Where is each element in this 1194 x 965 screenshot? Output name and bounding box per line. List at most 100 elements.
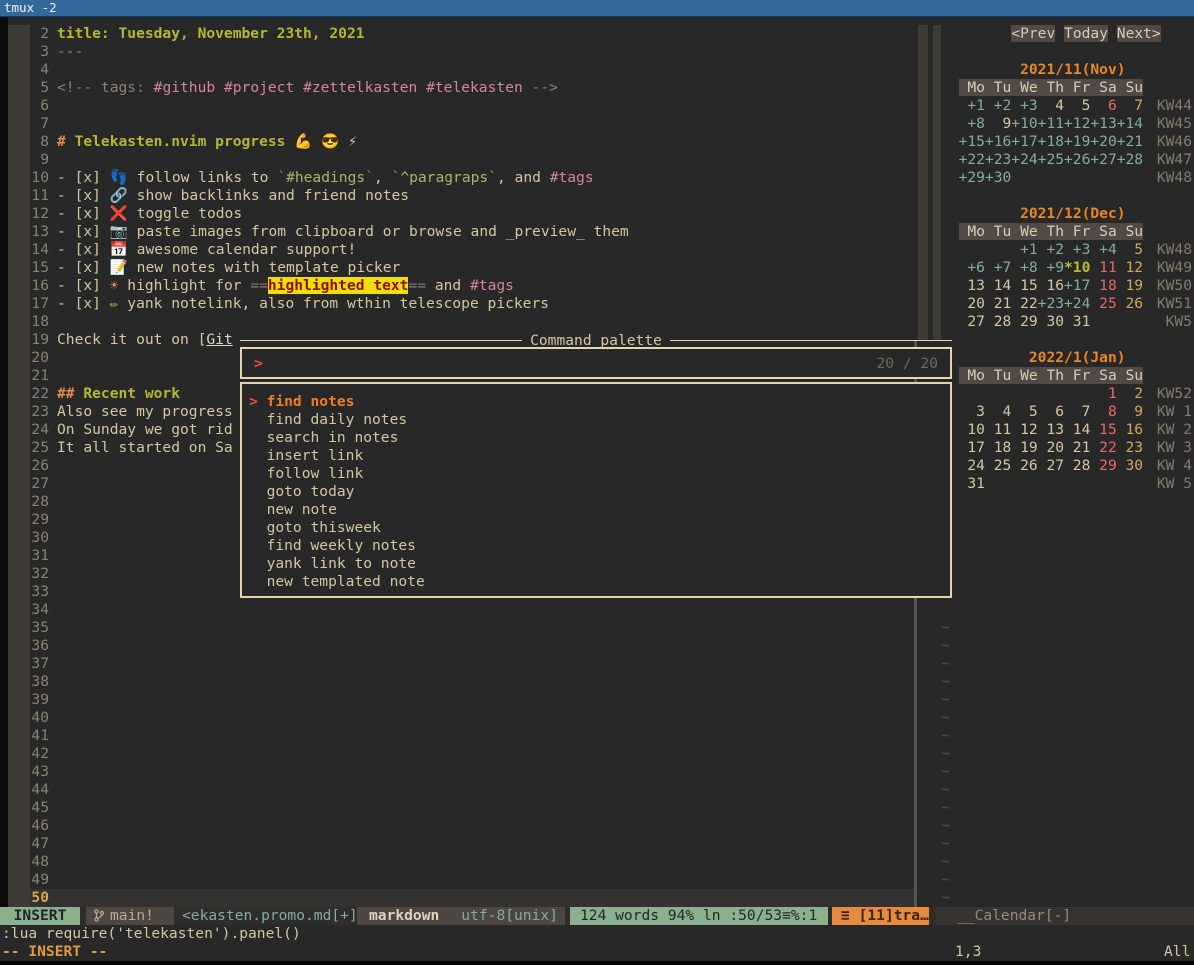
calendar-scrollbar[interactable] xyxy=(933,25,941,340)
editor-line[interactable]: 13- [x] 📷 paste images from clipboard or… xyxy=(0,223,914,241)
palette-item[interactable]: find weekly notes xyxy=(249,537,950,555)
calendar-day[interactable]: 1 xyxy=(1090,385,1116,402)
calendar-day[interactable]: 11 xyxy=(1090,259,1116,276)
editor-line[interactable]: 2title: Tuesday, November 23th, 2021 xyxy=(0,25,914,43)
calendar-day[interactable]: 6 xyxy=(1090,97,1116,114)
calendar-day[interactable]: 18 xyxy=(1090,277,1116,294)
calendar-day[interactable]: +20 xyxy=(1090,133,1116,150)
calendar-day[interactable]: 24 xyxy=(959,457,985,474)
calendar-day[interactable]: +13 xyxy=(1090,115,1116,132)
calendar-day[interactable]: +17 xyxy=(1011,133,1037,150)
calendar-day[interactable]: +21 xyxy=(1117,133,1143,150)
editor-line[interactable]: 11- [x] 🔗 show backlinks and friend note… xyxy=(0,187,914,205)
editor-line[interactable]: 46 xyxy=(0,817,914,835)
calendar-day[interactable]: 7 xyxy=(1064,403,1090,420)
editor-line[interactable]: 15- [x] 📝 new notes with template picker xyxy=(0,259,914,277)
palette-item[interactable]: insert link xyxy=(249,447,950,465)
editor-line[interactable]: 47 xyxy=(0,835,914,853)
calendar-day[interactable]: 21 xyxy=(1064,439,1090,456)
calendar-day[interactable]: 16 xyxy=(1117,421,1143,438)
calendar-day[interactable]: 28 xyxy=(985,313,1011,330)
calendar-day[interactable]: +26 xyxy=(1064,151,1090,168)
calendar-day[interactable]: 16 xyxy=(1038,277,1064,294)
calendar-day[interactable]: +4 xyxy=(1090,241,1116,258)
command-line[interactable]: :lua require('telekasten').panel() xyxy=(2,925,301,943)
calendar-day[interactable]: 26 xyxy=(1117,295,1143,312)
calendar-day[interactable]: 27 xyxy=(1038,457,1064,474)
editor-line[interactable]: 34 xyxy=(0,601,914,619)
calendar-day[interactable]: +9 xyxy=(1038,259,1064,276)
calendar-day[interactable]: +1 xyxy=(959,97,985,114)
calendar-day[interactable]: +3 xyxy=(1011,97,1037,114)
calendar-day[interactable]: +2 xyxy=(985,97,1011,114)
palette-prompt-box[interactable]: > 20 / 20 xyxy=(240,347,952,379)
calendar-nav-prev[interactable]: <Prev xyxy=(1011,25,1055,42)
calendar-day[interactable]: +27 xyxy=(1090,151,1116,168)
calendar-day[interactable]: +29 xyxy=(959,169,985,186)
calendar-day[interactable]: 11 xyxy=(985,421,1011,438)
calendar-day[interactable]: 19 xyxy=(1011,439,1037,456)
editor-line[interactable]: 37 xyxy=(0,655,914,673)
window-separator-bar[interactable] xyxy=(918,25,928,340)
calendar-day[interactable]: +24 xyxy=(1011,151,1037,168)
editor-line[interactable]: 50 xyxy=(0,889,914,907)
calendar-day[interactable]: +22 xyxy=(959,151,985,168)
editor-line[interactable]: 4 xyxy=(0,61,914,79)
calendar-day[interactable]: 31 xyxy=(1064,313,1090,330)
calendar-day[interactable]: +23 xyxy=(1038,295,1064,312)
palette-item[interactable]: search in notes xyxy=(249,429,950,447)
calendar-day[interactable]: 5 xyxy=(1117,241,1143,258)
editor-line[interactable]: 7 xyxy=(0,115,914,133)
calendar-day[interactable]: 27 xyxy=(959,313,985,330)
calendar-day[interactable]: +16 xyxy=(985,133,1011,150)
calendar-day[interactable]: 31 xyxy=(959,475,985,492)
calendar-day[interactable]: +25 xyxy=(1038,151,1064,168)
editor-line[interactable]: 38 xyxy=(0,673,914,691)
calendar-nav-next[interactable]: Next> xyxy=(1117,25,1161,42)
calendar-day[interactable]: *10 xyxy=(1064,259,1090,276)
calendar-day[interactable]: +11 xyxy=(1038,115,1064,132)
calendar-day[interactable]: 29 xyxy=(1011,313,1037,330)
calendar-day[interactable]: 23 xyxy=(1117,439,1143,456)
editor-line[interactable]: 6 xyxy=(0,97,914,115)
calendar-day[interactable]: 13 xyxy=(1038,421,1064,438)
editor-line[interactable]: 44 xyxy=(0,781,914,799)
editor-line[interactable]: 45 xyxy=(0,799,914,817)
calendar-day[interactable]: +17 xyxy=(1064,277,1090,294)
editor-line[interactable]: 14- [x] 📅 awesome calendar support! xyxy=(0,241,914,259)
calendar-day[interactable]: 4 xyxy=(985,403,1011,420)
editor-line[interactable]: 10- [x] 👣 follow links to `#headings`, `… xyxy=(0,169,914,187)
calendar-day[interactable]: 5 xyxy=(1064,97,1090,114)
calendar-day[interactable]: +23 xyxy=(985,151,1011,168)
calendar-day[interactable]: 22 xyxy=(1011,295,1037,312)
editor-line[interactable]: 8# Telekasten.nvim progress 💪 😎 ⚡ xyxy=(0,133,914,151)
calendar-day[interactable]: +14 xyxy=(1117,115,1143,132)
calendar-day[interactable]: 5 xyxy=(1011,403,1037,420)
calendar-day[interactable]: 9 xyxy=(985,115,1011,132)
calendar-day[interactable]: 20 xyxy=(959,295,985,312)
editor-line[interactable]: 35 xyxy=(0,619,914,637)
calendar-day[interactable]: 12 xyxy=(1011,421,1037,438)
calendar-day[interactable]: +15 xyxy=(959,133,985,150)
calendar-day[interactable]: 29 xyxy=(1090,457,1116,474)
palette-item[interactable]: goto today xyxy=(249,483,950,501)
calendar-day[interactable]: +28 xyxy=(1117,151,1143,168)
calendar-nav-today[interactable]: Today xyxy=(1064,25,1108,42)
palette-item[interactable]: new note xyxy=(249,501,950,519)
calendar-day[interactable]: 28 xyxy=(1064,457,1090,474)
calendar-day[interactable]: 14 xyxy=(985,277,1011,294)
calendar-day[interactable]: 25 xyxy=(985,457,1011,474)
editor-line[interactable]: 3--- xyxy=(0,43,914,61)
calendar-day[interactable]: 25 xyxy=(1090,295,1116,312)
calendar-day[interactable]: +12 xyxy=(1064,115,1090,132)
calendar-day[interactable]: 21 xyxy=(985,295,1011,312)
calendar-day[interactable]: 17 xyxy=(959,439,985,456)
window-titlebar[interactable]: tmux -2 xyxy=(0,0,1194,17)
editor-line[interactable]: 17- [x] ✏ yank notelink, also from wthin… xyxy=(0,295,914,313)
calendar-day[interactable]: 10 xyxy=(959,421,985,438)
editor-line[interactable]: 40 xyxy=(0,709,914,727)
calendar-day[interactable]: 7 xyxy=(1117,97,1143,114)
calendar-day[interactable]: +1 xyxy=(1011,241,1037,258)
palette-item[interactable]: find daily notes xyxy=(249,411,950,429)
editor-line[interactable]: 43 xyxy=(0,763,914,781)
